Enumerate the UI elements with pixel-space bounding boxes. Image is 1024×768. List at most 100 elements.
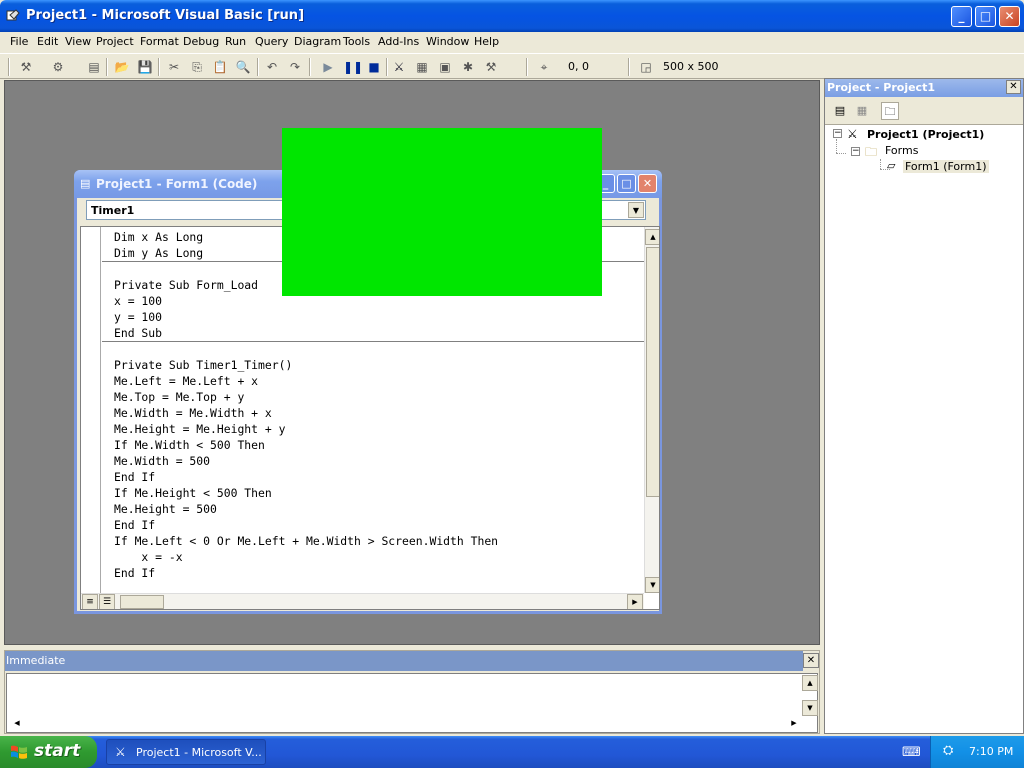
immediate-window[interactable]: Immediate ✕ ▲ ▼ ◀ ▶	[4, 650, 820, 734]
scroll-down-icon[interactable]: ▼	[645, 577, 659, 593]
vb-app-icon[interactable]	[6, 9, 20, 23]
paste-icon[interactable]: 📋	[212, 59, 228, 75]
code-line[interactable]: Me.Height = 500	[114, 501, 217, 517]
add-form-icon[interactable]: ⚙	[50, 59, 66, 75]
view-object-icon[interactable]: ▦	[853, 102, 871, 120]
code-line[interactable]: End If	[114, 517, 155, 533]
menu-format[interactable]: Format	[140, 35, 179, 48]
code-horizontal-scrollbar[interactable]: ≡ ☰ ◀ ▶	[81, 593, 644, 609]
code-line[interactable]: If Me.Width < 500 Then	[114, 437, 265, 453]
code-line[interactable]: If Me.Left < 0 Or Me.Left + Me.Width > S…	[114, 533, 498, 549]
menu-help[interactable]: Help	[474, 35, 499, 48]
code-line[interactable]: End If	[114, 565, 155, 581]
project-panel-close-icon[interactable]: ✕	[1006, 80, 1021, 94]
code-line[interactable]: End If	[114, 469, 155, 485]
code-line[interactable]: Dim y As Long	[114, 245, 203, 261]
menu-view[interactable]: View	[65, 35, 91, 48]
code-window-title: Project1 - Form1 (Code)	[96, 177, 258, 191]
clock[interactable]: 7:10 PM	[969, 745, 1013, 758]
start-icon[interactable]: ▶	[320, 59, 336, 75]
code-line[interactable]: If Me.Height < 500 Then	[114, 485, 272, 501]
taskbar-item-vb[interactable]: ⚔ Project1 - Microsoft V...	[106, 739, 266, 765]
end-icon[interactable]: ■	[366, 59, 382, 75]
code-line[interactable]: Me.Width = 500	[114, 453, 210, 469]
scroll-up-icon[interactable]: ▲	[645, 229, 659, 245]
maximize-button[interactable]: □	[975, 6, 996, 27]
code-line[interactable]: x = -x	[114, 549, 182, 565]
scroll-down-icon[interactable]: ▼	[802, 700, 818, 716]
main-title-bar[interactable]: Project1 - Microsoft Visual Basic [run] …	[0, 0, 1024, 32]
code-line[interactable]: Private Sub Timer1_Timer()	[114, 357, 292, 373]
save-project-icon[interactable]: 💾	[137, 59, 153, 75]
menu-add-ins[interactable]: Add-Ins	[378, 35, 419, 48]
start-button[interactable]: start	[0, 736, 97, 768]
break-icon[interactable]: ❚❚	[343, 59, 363, 75]
scroll-right-icon[interactable]: ▶	[627, 594, 643, 609]
menu-diagram[interactable]: Diagram	[294, 35, 341, 48]
menu-query[interactable]: Query	[255, 35, 288, 48]
cut-icon[interactable]: ✂	[166, 59, 182, 75]
menu-project[interactable]: Project	[96, 35, 134, 48]
redo-icon[interactable]: ↷	[287, 59, 303, 75]
toolbox-icon[interactable]: ⚒	[483, 59, 499, 75]
code-line[interactable]: x = 100	[114, 293, 162, 309]
menu-tools[interactable]: Tools	[343, 35, 370, 48]
project-panel-title: Project - Project1	[825, 79, 1023, 97]
code-line[interactable]: y = 100	[114, 309, 162, 325]
undo-icon[interactable]: ↶	[264, 59, 280, 75]
code-window-icon: ▤	[80, 177, 91, 190]
tree-collapse-icon[interactable]: −	[851, 147, 860, 156]
project-explorer-icon[interactable]: ⚔	[391, 59, 407, 75]
scroll-up-icon[interactable]: ▲	[802, 675, 818, 691]
start-label: start	[34, 741, 81, 761]
menu-debug[interactable]: Debug	[183, 35, 219, 48]
project-panel-toolbar: ▤ ▦ 🗀	[825, 97, 1023, 125]
immediate-title-bar	[5, 651, 803, 671]
code-line[interactable]: Me.Width = Me.Width + x	[114, 405, 272, 421]
properties-window-icon[interactable]: ▦	[414, 59, 430, 75]
keyboard-icon[interactable]: ⌨	[902, 745, 921, 760]
copy-icon[interactable]: ⎘	[189, 59, 205, 75]
menu-run[interactable]: Run	[225, 35, 246, 48]
immediate-input[interactable]: ▲ ▼ ◀ ▶	[6, 673, 818, 733]
menu-editor-icon[interactable]: ▤	[86, 59, 102, 75]
menu-file[interactable]: File	[10, 35, 28, 48]
code-line[interactable]: Dim x As Long	[114, 229, 203, 245]
immediate-close-icon[interactable]: ✕	[803, 653, 819, 668]
close-button[interactable]: ✕	[999, 6, 1020, 27]
object-browser-icon[interactable]: ✱	[460, 59, 476, 75]
network-icon[interactable]: ⛭	[943, 743, 953, 758]
horizontal-scroll-thumb[interactable]	[120, 595, 164, 609]
tree-item-project[interactable]: Project1 (Project1)	[867, 128, 984, 141]
full-module-view-icon[interactable]: ☰	[99, 594, 115, 609]
minimize-button[interactable]: _	[951, 6, 972, 27]
scroll-left-icon[interactable]: ◀	[9, 716, 25, 732]
add-project-icon[interactable]: ⚒	[18, 59, 34, 75]
view-code-icon[interactable]: ▤	[831, 102, 849, 120]
vertical-scroll-thumb[interactable]	[646, 247, 659, 497]
code-line[interactable]: End Sub	[114, 325, 162, 341]
procedure-view-icon[interactable]: ≡	[82, 594, 98, 609]
form-layout-icon[interactable]: ▣	[437, 59, 453, 75]
code-line[interactable]: Me.Left = Me.Left + x	[114, 373, 258, 389]
code-close-button[interactable]: ✕	[638, 174, 657, 193]
code-line[interactable]: Me.Top = Me.Top + y	[114, 389, 244, 405]
object-combo-value: Timer1	[91, 204, 135, 217]
code-maximize-button[interactable]: □	[617, 174, 636, 193]
scroll-right-icon[interactable]: ▶	[786, 716, 802, 732]
margin-indicator-bar[interactable]	[81, 227, 101, 607]
code-vertical-scrollbar[interactable]: ▲ ▼	[644, 227, 659, 593]
running-form-window[interactable]	[282, 128, 602, 296]
menu-window[interactable]: Window	[426, 35, 469, 48]
tree-item-forms[interactable]: Forms	[885, 144, 918, 157]
open-project-icon[interactable]: 📂	[114, 59, 130, 75]
menu-edit[interactable]: Edit	[37, 35, 58, 48]
tree-item-form1[interactable]: Form1 (Form1)	[903, 160, 989, 173]
chevron-down-icon[interactable]: ▼	[628, 202, 644, 218]
tree-collapse-icon[interactable]: −	[833, 129, 842, 138]
code-line[interactable]: Private Sub Form_Load	[114, 277, 258, 293]
find-icon[interactable]: 🔍	[235, 59, 251, 75]
procedure-separator	[102, 341, 644, 342]
toggle-folders-icon[interactable]: 🗀	[881, 102, 899, 120]
code-line[interactable]: Me.Height = Me.Height + y	[114, 421, 285, 437]
